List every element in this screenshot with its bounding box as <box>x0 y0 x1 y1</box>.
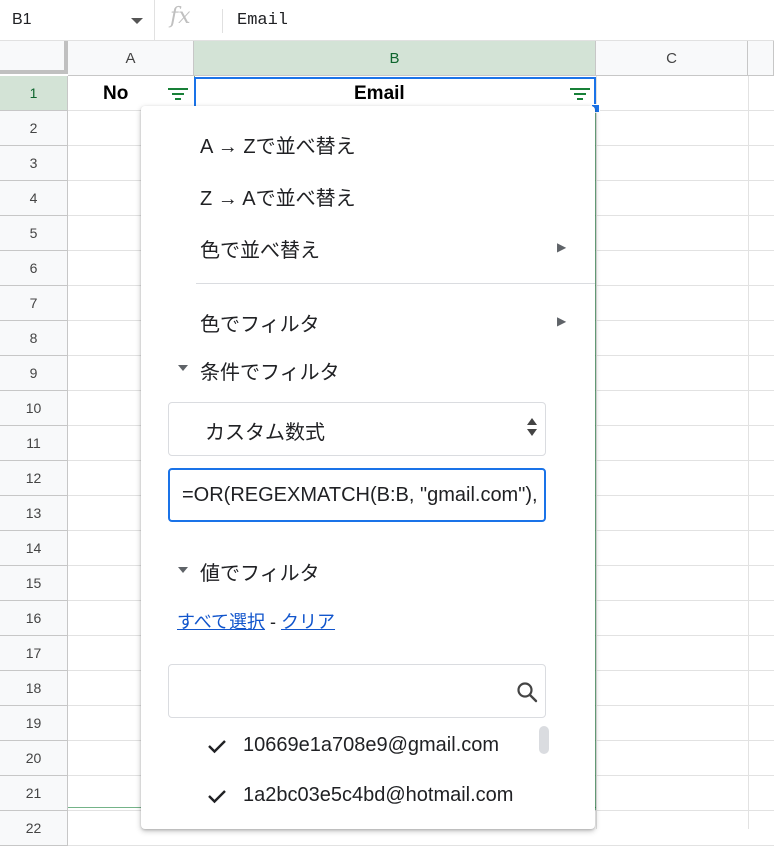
select-links: すべて選択 - クリア <box>177 608 335 634</box>
formula-bar: B1 fx Email <box>0 0 774 41</box>
column-header-a[interactable]: A <box>68 41 194 76</box>
row-header[interactable]: 7 <box>0 286 68 321</box>
menu-divider <box>196 283 595 284</box>
value-list-item[interactable]: 1a2bc03e5c4bd@hotmail.com <box>141 780 595 816</box>
row-header[interactable]: 12 <box>0 461 68 496</box>
filter-range-border <box>595 110 596 810</box>
select-arrows-icon <box>527 416 537 440</box>
row-header[interactable]: 11 <box>0 426 68 461</box>
row-header[interactable]: 21 <box>0 776 68 811</box>
name-box-value: B1 <box>12 11 32 28</box>
select-all-corner[interactable] <box>0 41 68 74</box>
chevron-down-icon[interactable] <box>131 18 143 24</box>
row-header[interactable]: 13 <box>0 496 68 531</box>
filter-icon[interactable] <box>168 88 188 102</box>
condition-select[interactable]: カスタム数式 <box>168 402 546 456</box>
filter-by-color-item[interactable]: 色でフィルタ <box>200 308 320 337</box>
column-header-c[interactable]: C <box>596 41 748 76</box>
sort-z-a-item[interactable]: Z → Aで並べ替え <box>200 182 356 211</box>
row-header[interactable]: 20 <box>0 741 68 776</box>
grid-line <box>748 76 749 829</box>
filter-by-condition-header[interactable]: 条件でフィルタ <box>200 356 340 385</box>
select-all-link[interactable]: すべて選択 <box>177 612 265 632</box>
grid-line <box>596 76 597 829</box>
condition-select-value: カスタム数式 <box>205 422 325 444</box>
row-header[interactable]: 10 <box>0 391 68 426</box>
row-header[interactable]: 1 <box>0 76 68 111</box>
formula-input[interactable]: Email <box>237 11 288 30</box>
row-header[interactable]: 19 <box>0 706 68 741</box>
row-header[interactable]: 2 <box>0 111 68 146</box>
cell-a1[interactable]: No <box>103 83 128 105</box>
submenu-arrow-icon: ▶ <box>557 240 567 254</box>
row-header[interactable]: 3 <box>0 146 68 181</box>
row-header[interactable]: 16 <box>0 601 68 636</box>
row-header[interactable]: 4 <box>0 181 68 216</box>
checkmark-icon[interactable] <box>205 784 229 808</box>
value-label: 10669e1a708e9@gmail.com <box>243 734 500 756</box>
row-header[interactable]: 9 <box>0 356 68 391</box>
fx-icon: fx <box>170 4 191 29</box>
submenu-arrow-icon: ▶ <box>557 314 567 328</box>
row-header[interactable]: 15 <box>0 566 68 601</box>
link-separator: - <box>265 612 282 632</box>
custom-formula-input[interactable]: =OR(REGEXMATCH(B:B, "gmail.com"), REGEXM… <box>168 468 546 522</box>
row-header[interactable]: 17 <box>0 636 68 671</box>
column-header-b[interactable]: B <box>194 41 596 76</box>
sort-a-z-item[interactable]: A → Zで並べ替え <box>200 130 356 159</box>
custom-formula-value: =OR(REGEXMATCH(B:B, "gmail.com"), REGEXM… <box>182 484 544 506</box>
row-header[interactable]: 6 <box>0 251 68 286</box>
collapse-triangle-icon[interactable] <box>178 365 188 371</box>
value-list-item[interactable]: 10669e1a708e9@gmail.com <box>141 730 595 766</box>
formula-bar-divider <box>222 9 223 33</box>
search-icon[interactable] <box>515 680 539 704</box>
row-header[interactable]: 5 <box>0 216 68 251</box>
row-header[interactable]: 18 <box>0 671 68 706</box>
sort-by-color-item[interactable]: 色で並べ替え <box>200 234 320 263</box>
row-header[interactable]: 8 <box>0 321 68 356</box>
value-label: 1a2bc03e5c4bd@hotmail.com <box>243 784 514 806</box>
column-header-d[interactable] <box>748 41 774 76</box>
filter-menu: A → Zで並べ替え Z → Aで並べ替え 色で並べ替え ▶ 色でフィルタ ▶ … <box>141 106 595 829</box>
filter-by-values-header[interactable]: 値でフィルタ <box>200 557 320 586</box>
clear-link[interactable]: クリア <box>281 612 335 632</box>
name-box[interactable]: B1 <box>0 0 155 41</box>
row-header[interactable]: 14 <box>0 531 68 566</box>
value-search-input[interactable] <box>168 664 546 718</box>
checkmark-icon[interactable] <box>205 734 229 758</box>
collapse-triangle-icon[interactable] <box>178 567 188 573</box>
